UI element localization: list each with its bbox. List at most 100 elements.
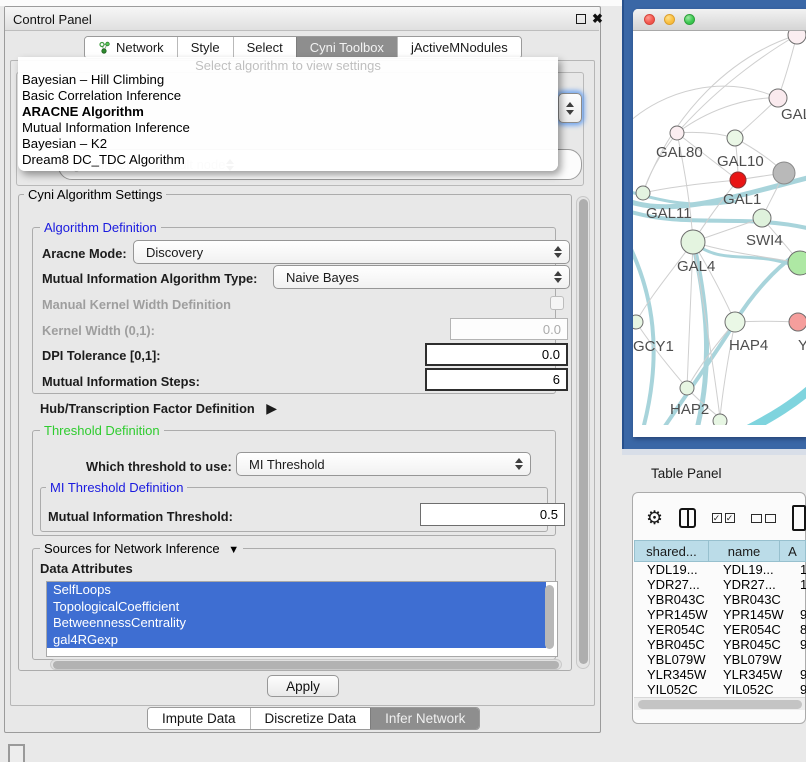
float-window-icon[interactable]	[576, 14, 586, 24]
attribute-item-selected[interactable]: gal4RGexp	[47, 632, 546, 649]
mi-steps-field[interactable]: 6	[425, 368, 568, 391]
tab-cyni-toolbox[interactable]: Cyni Toolbox	[296, 37, 397, 58]
dropdown-item-highlighted[interactable]: ARACNE Algorithm	[18, 104, 558, 120]
column-header-shared[interactable]: shared...	[634, 540, 709, 562]
column-header-partial[interactable]: A	[780, 540, 806, 562]
dropdown-item[interactable]: Dream8 DC_TDC Algorithm	[18, 152, 558, 168]
data-attributes-list: SelfLoops TopologicalCoefficient Between…	[46, 581, 558, 657]
minimize-traffic-icon[interactable]	[664, 14, 675, 25]
table-row[interactable]: YBR043C YBR043C	[634, 592, 806, 607]
partial-toolbar-icon[interactable]	[792, 505, 806, 531]
node-gal4[interactable]	[681, 230, 705, 254]
scrollbar-thumb[interactable]	[579, 199, 588, 664]
dropdown-item[interactable]: Basic Correlation Inference	[18, 88, 558, 104]
tab-label: jActiveMNodules	[411, 40, 508, 55]
table-row[interactable]: YPR145W YPR145W 9.	[634, 607, 806, 622]
node-hap2[interactable]	[680, 381, 694, 395]
tab-style[interactable]: Style	[177, 37, 233, 58]
node-bright-green[interactable]	[788, 251, 806, 275]
panel-title: Control Panel	[13, 12, 92, 27]
mi-threshold-group-title: MI Threshold Definition	[46, 480, 187, 495]
dropdown-item[interactable]: Mutual Information Inference	[18, 120, 558, 136]
dpi-tolerance-field[interactable]: 0.0	[425, 343, 568, 366]
cell-name: YBR043C	[718, 592, 798, 607]
columns-icon[interactable]	[679, 508, 695, 528]
control-panel-titlebar	[5, 7, 599, 31]
scrollbar-thumb[interactable]	[53, 661, 559, 669]
close-traffic-icon[interactable]	[644, 14, 655, 25]
which-threshold-combo[interactable]: MI Threshold	[236, 452, 531, 476]
list-scrollbar-thumb[interactable]	[545, 585, 554, 649]
aracne-mode-value: Discovery	[146, 245, 553, 260]
dropdown-item[interactable]: Bayesian – K2	[18, 136, 558, 152]
network-canvas[interactable]: GAL GAL80 GAL10 GAL1 GAL11 SWI4 GAL4 GCY…	[633, 31, 806, 425]
mi-type-value: Naive Bayes	[286, 270, 553, 285]
zoom-traffic-icon[interactable]	[684, 14, 695, 25]
node-label: HAP4	[729, 337, 768, 354]
column-header-name[interactable]: name	[709, 540, 780, 562]
cell-value	[798, 592, 806, 607]
mi-threshold-field[interactable]: 0.5	[420, 503, 565, 526]
table-horizontal-scrollbar[interactable]	[634, 697, 805, 710]
gear-icon[interactable]: ⚙	[646, 509, 663, 528]
settings-horizontal-scrollbar[interactable]	[50, 659, 562, 670]
table-row[interactable]: YLR345W YLR345W 9.	[634, 667, 806, 682]
table-header-row: shared... name A	[634, 540, 806, 562]
kernel-width-field[interactable]: 0.0	[450, 318, 568, 340]
node-gal1-red[interactable]	[730, 172, 746, 188]
screen: Control Panel ✖ Network Style Select Cyn…	[0, 0, 806, 762]
table-row[interactable]: YBR045C YBR045C 9.	[634, 637, 806, 652]
cell-shared: YPR145W	[634, 607, 718, 622]
tab-select[interactable]: Select	[233, 37, 296, 58]
table-row[interactable]: YIL052C YIL052C 9	[634, 682, 806, 697]
node[interactable]	[788, 31, 806, 44]
algorithm-combo-stepper[interactable]	[558, 93, 582, 123]
table-row[interactable]: YER054C YER054C 8.	[634, 622, 806, 637]
node-gal10[interactable]	[727, 130, 743, 146]
dock-restore-icon[interactable]	[8, 744, 25, 762]
mi-type-combo[interactable]: Naive Bayes	[273, 265, 570, 289]
sources-title-expander[interactable]: Sources for Network Inference ▼	[40, 541, 243, 556]
node-gcy1[interactable]	[633, 315, 643, 329]
apply-button[interactable]: Apply	[267, 675, 339, 697]
node[interactable]	[713, 414, 727, 425]
node-hap4[interactable]	[725, 312, 745, 332]
scrollbar-thumb[interactable]	[638, 700, 802, 709]
combo-stepper	[514, 458, 523, 470]
tab-network[interactable]: Network	[85, 37, 177, 58]
attribute-item-selected[interactable]: TopologicalCoefficient	[47, 599, 546, 616]
mi-steps-label: Mutual Information Steps:	[42, 374, 200, 389]
panel-divider	[622, 449, 806, 455]
aracne-mode-combo[interactable]: Discovery	[133, 240, 570, 264]
node-label: HAP2	[670, 401, 709, 418]
select-all-checkboxes-icon[interactable]: ✓✓	[712, 513, 735, 523]
tab-impute-data[interactable]: Impute Data	[148, 708, 250, 729]
manual-kernel-label: Manual Kernel Width Definition	[42, 297, 231, 312]
dropdown-item[interactable]: Bayesian – Hill Climbing	[18, 72, 558, 88]
table-row[interactable]: YDL19... YDL19... 13	[634, 562, 806, 577]
table-row[interactable]: YBL079W YBL079W	[634, 652, 806, 667]
deselect-all-checkboxes-icon[interactable]	[751, 514, 776, 523]
node-swi4[interactable]	[753, 209, 771, 227]
node-gal80[interactable]	[670, 126, 684, 140]
table-row[interactable]: YDR27... YDR27... 12	[634, 577, 806, 592]
attribute-item-selected[interactable]: BetweennessCentrality	[47, 615, 546, 632]
settings-vertical-scrollbar[interactable]	[576, 196, 590, 669]
manual-kernel-checkbox[interactable]	[550, 296, 564, 310]
attribute-item-selected[interactable]: SelfLoops	[47, 582, 546, 599]
cell-value: 9.	[798, 607, 806, 622]
tab-infer-network[interactable]: Infer Network	[370, 708, 479, 729]
network-window-titlebar[interactable]	[633, 9, 806, 31]
close-icon[interactable]: ✖	[592, 11, 603, 27]
combo-stepper	[553, 271, 562, 283]
tab-jactivemnodules[interactable]: jActiveMNodules	[397, 37, 521, 58]
expander-down-arrow-icon: ▼	[228, 544, 239, 556]
tab-label: Network	[116, 40, 164, 55]
node-gal[interactable]	[769, 89, 787, 107]
node-gray[interactable]	[773, 162, 795, 184]
tab-discretize-data[interactable]: Discretize Data	[250, 708, 371, 729]
cell-shared: YLR345W	[634, 667, 718, 682]
node-salmon[interactable]	[789, 313, 806, 331]
node[interactable]	[636, 186, 650, 200]
hub-definition-expander[interactable]: Hub/Transcription Factor Definition ▶	[40, 400, 277, 417]
